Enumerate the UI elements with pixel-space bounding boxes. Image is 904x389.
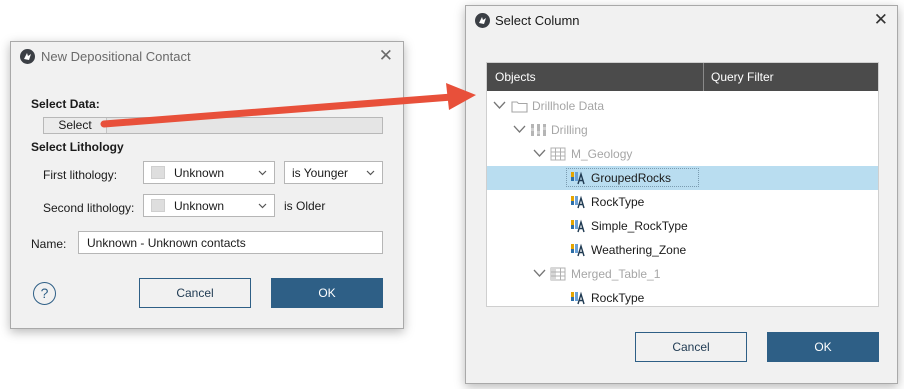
tree-item-m-geology[interactable]: M_Geology bbox=[487, 142, 878, 166]
tree-item-label: Weathering_Zone bbox=[591, 243, 687, 257]
close-icon[interactable]: ✕ bbox=[379, 46, 393, 66]
select-data-field[interactable]: Select bbox=[43, 117, 383, 134]
app-logo-icon bbox=[475, 13, 490, 28]
title-bar: Select Column ✕ bbox=[466, 6, 897, 36]
first-lithology-label: First lithology: bbox=[43, 168, 118, 182]
select-data-label: Select Data: bbox=[31, 97, 100, 111]
name-input[interactable]: Unknown - Unknown contacts bbox=[78, 231, 383, 254]
tree-item-simple-rocktype[interactable]: Simple_RockType bbox=[487, 214, 878, 238]
column-tree: Objects Query Filter Drillhole Data Dril… bbox=[486, 62, 879, 307]
select-button[interactable]: Select bbox=[44, 118, 107, 133]
tree-item-merged-table-1[interactable]: Merged_Table_1 bbox=[487, 262, 878, 286]
ok-button[interactable]: OK bbox=[271, 278, 383, 308]
title-bar: New Depositional Contact ✕ bbox=[11, 42, 403, 72]
dialog-title: Select Column bbox=[495, 13, 580, 28]
tree-item-label: Merged_Table_1 bbox=[571, 267, 661, 281]
category-column-icon bbox=[571, 171, 585, 185]
is-older-text: is Older bbox=[284, 199, 326, 213]
chevron-down-icon[interactable] bbox=[513, 124, 526, 135]
cancel-button[interactable]: Cancel bbox=[635, 332, 747, 362]
tree-item-label: Drillhole Data bbox=[532, 99, 605, 113]
category-column-icon bbox=[571, 195, 585, 209]
first-lithology-combo[interactable]: Unknown bbox=[143, 161, 275, 184]
chevron-down-icon[interactable] bbox=[533, 148, 546, 159]
dialog-title: New Depositional Contact bbox=[41, 49, 191, 64]
second-lithology-value: Unknown bbox=[174, 199, 225, 213]
relation-value: is Younger bbox=[292, 166, 349, 180]
tree-item-label: M_Geology bbox=[571, 147, 633, 161]
tree-item-rocktype[interactable]: RockType bbox=[487, 190, 878, 214]
ok-button[interactable]: OK bbox=[767, 332, 879, 362]
tree-item-weathering-zone[interactable]: Weathering_Zone bbox=[487, 238, 878, 262]
folder-icon bbox=[511, 101, 528, 113]
tree-item-label: Drilling bbox=[551, 123, 588, 137]
chevron-down-icon[interactable] bbox=[493, 100, 506, 111]
name-label: Name: bbox=[31, 237, 67, 251]
column-header-query-filter[interactable]: Query Filter bbox=[711, 70, 774, 84]
column-separator[interactable] bbox=[703, 63, 704, 91]
select-column-dialog: Select Column ✕ Objects Query Filter Dri… bbox=[465, 5, 898, 384]
column-header-objects[interactable]: Objects bbox=[495, 70, 536, 84]
category-column-icon bbox=[571, 291, 585, 305]
color-swatch bbox=[151, 199, 165, 212]
tree-item-drillhole-data[interactable]: Drillhole Data bbox=[487, 94, 878, 118]
second-lithology-label: Second lithology: bbox=[43, 201, 135, 215]
close-icon[interactable]: ✕ bbox=[874, 10, 888, 30]
tree-item-label: GroupedRocks bbox=[591, 171, 672, 185]
color-swatch bbox=[151, 166, 165, 179]
chevron-down-icon bbox=[258, 203, 267, 209]
first-lithology-value: Unknown bbox=[174, 166, 225, 180]
drillholes-icon bbox=[531, 124, 546, 136]
app-logo-icon bbox=[20, 49, 35, 64]
second-lithology-combo[interactable]: Unknown bbox=[143, 194, 275, 217]
relation-combo[interactable]: is Younger bbox=[284, 161, 383, 184]
cancel-button[interactable]: Cancel bbox=[139, 278, 251, 308]
table-icon bbox=[550, 147, 566, 161]
tree-item-drilling[interactable]: Drilling bbox=[487, 118, 878, 142]
tree-item-label: RockType bbox=[591, 195, 645, 209]
help-icon[interactable]: ? bbox=[33, 282, 56, 305]
merged-table-icon bbox=[550, 267, 566, 281]
tree-item-rocktype[interactable]: RockType bbox=[487, 286, 878, 306]
category-column-icon bbox=[571, 243, 585, 257]
tree-item-label: RockType bbox=[591, 291, 645, 305]
new-depositional-contact-dialog: New Depositional Contact ✕ Select Data: … bbox=[10, 41, 404, 329]
chevron-down-icon bbox=[258, 170, 267, 176]
category-column-icon bbox=[571, 219, 585, 233]
tree-item-groupedrocks[interactable]: GroupedRocks bbox=[487, 166, 878, 190]
chevron-down-icon bbox=[366, 170, 375, 176]
chevron-down-icon[interactable] bbox=[533, 268, 546, 279]
tree-item-label: Simple_RockType bbox=[591, 219, 688, 233]
tree-header: Objects Query Filter bbox=[487, 63, 878, 91]
select-lithology-label: Select Lithology bbox=[31, 140, 124, 154]
